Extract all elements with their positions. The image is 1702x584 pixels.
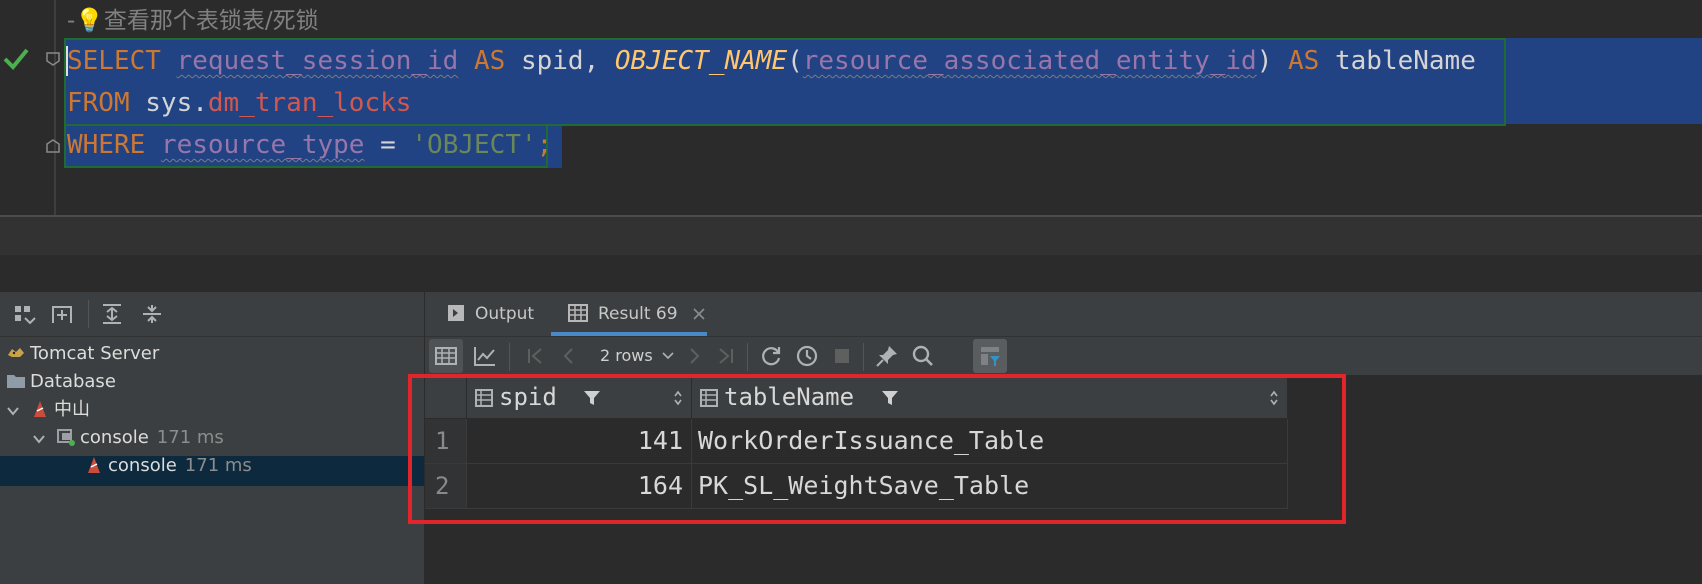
active-tab-indicator bbox=[551, 332, 707, 336]
group-by-icon[interactable] bbox=[12, 302, 36, 326]
tomcat-icon bbox=[8, 348, 24, 357]
editor-gutter-divider bbox=[54, 0, 56, 216]
new-service-icon[interactable] bbox=[50, 302, 74, 326]
fold-end-icon[interactable] bbox=[45, 138, 61, 154]
schema-sys: sys. bbox=[145, 88, 208, 118]
column-resource-type: resource_type bbox=[160, 130, 365, 160]
chevron-down-icon[interactable] bbox=[6, 404, 20, 418]
tab-result-69[interactable]: Result 69 bbox=[568, 292, 705, 336]
chevron-down-icon[interactable] bbox=[32, 432, 46, 446]
tree-item-tomcat-server[interactable]: Tomcat Server bbox=[6, 339, 159, 369]
filter-icon[interactable] bbox=[978, 344, 1002, 368]
search-icon[interactable] bbox=[911, 344, 935, 368]
tab-output[interactable]: Output bbox=[447, 292, 534, 336]
sql-line-2: FROM sys.dm_tran_locks bbox=[67, 82, 411, 124]
services-toolbar bbox=[0, 292, 424, 337]
output-icon bbox=[448, 305, 464, 321]
column-request-session-id: request_session_id bbox=[176, 46, 459, 76]
sqlserver-icon bbox=[34, 401, 46, 417]
results-toolbar: 2 rows bbox=[425, 337, 1702, 375]
expand-all-icon[interactable] bbox=[100, 302, 124, 326]
highlight-annotation-box bbox=[408, 374, 1346, 524]
string-object: 'OBJECT' bbox=[411, 130, 537, 160]
function-object-name: OBJECT_NAME bbox=[614, 46, 788, 76]
sqlserver-icon bbox=[88, 457, 100, 473]
sql-line-1: SELECT request_session_id AS spid, OBJEC… bbox=[67, 46, 1476, 76]
next-page-icon[interactable] bbox=[682, 344, 706, 368]
keyword-as: AS bbox=[1288, 46, 1320, 76]
previous-page-icon[interactable] bbox=[557, 344, 581, 368]
keyword-from: FROM bbox=[67, 88, 130, 118]
history-clock-icon[interactable] bbox=[795, 344, 819, 368]
services-panel: Tomcat Server Database 中山 console 171 ms … bbox=[0, 292, 425, 584]
sql-editor[interactable]: -💡查看那个表锁表/死锁 SELECT request_session_id A… bbox=[0, 0, 1702, 216]
keyword-as: AS bbox=[474, 46, 506, 76]
last-page-icon[interactable] bbox=[714, 344, 738, 368]
fold-start-icon[interactable] bbox=[45, 51, 61, 67]
keyword-where: WHERE bbox=[67, 130, 146, 160]
table-view-icon[interactable] bbox=[434, 344, 458, 368]
check-icon bbox=[3, 48, 29, 70]
folder-icon bbox=[7, 375, 25, 388]
rows-count-select[interactable]: 2 rows bbox=[600, 337, 674, 375]
pin-tab-icon[interactable] bbox=[875, 344, 899, 368]
close-icon[interactable] bbox=[693, 308, 705, 320]
panel-gap bbox=[0, 255, 1702, 293]
collapse-all-icon[interactable] bbox=[140, 302, 164, 326]
tree-item-console-session[interactable]: console 171 ms bbox=[84, 451, 252, 481]
tree-item-zhongshan[interactable]: 中山 bbox=[30, 395, 90, 425]
alias-spid: spid, bbox=[520, 46, 600, 76]
results-tabs: Output Result 69 bbox=[425, 292, 1702, 337]
table-icon bbox=[568, 304, 588, 322]
tree-item-database[interactable]: Database bbox=[6, 367, 116, 397]
sql-comment: -💡查看那个表锁表/死锁 bbox=[67, 8, 319, 34]
sql-line-3: WHERE resource_type = 'OBJECT'; bbox=[67, 130, 553, 160]
stop-icon[interactable] bbox=[830, 344, 854, 368]
chevron-down-icon bbox=[662, 352, 674, 360]
table-dm-tran-locks: dm_tran_locks bbox=[207, 88, 412, 118]
panel-splitter[interactable] bbox=[0, 217, 1702, 255]
keyword-select: SELECT bbox=[67, 46, 161, 76]
column-resource-associated-entity-id: resource_associated_entity_id bbox=[802, 46, 1257, 76]
alias-tablename: tableName bbox=[1334, 46, 1476, 76]
console-icon bbox=[57, 429, 75, 446]
first-page-icon[interactable] bbox=[523, 344, 547, 368]
toolbar-separator bbox=[88, 300, 89, 328]
refresh-icon[interactable] bbox=[759, 344, 783, 368]
tree-item-console-group[interactable]: console 171 ms bbox=[56, 423, 224, 453]
chart-view-icon[interactable] bbox=[473, 344, 497, 368]
